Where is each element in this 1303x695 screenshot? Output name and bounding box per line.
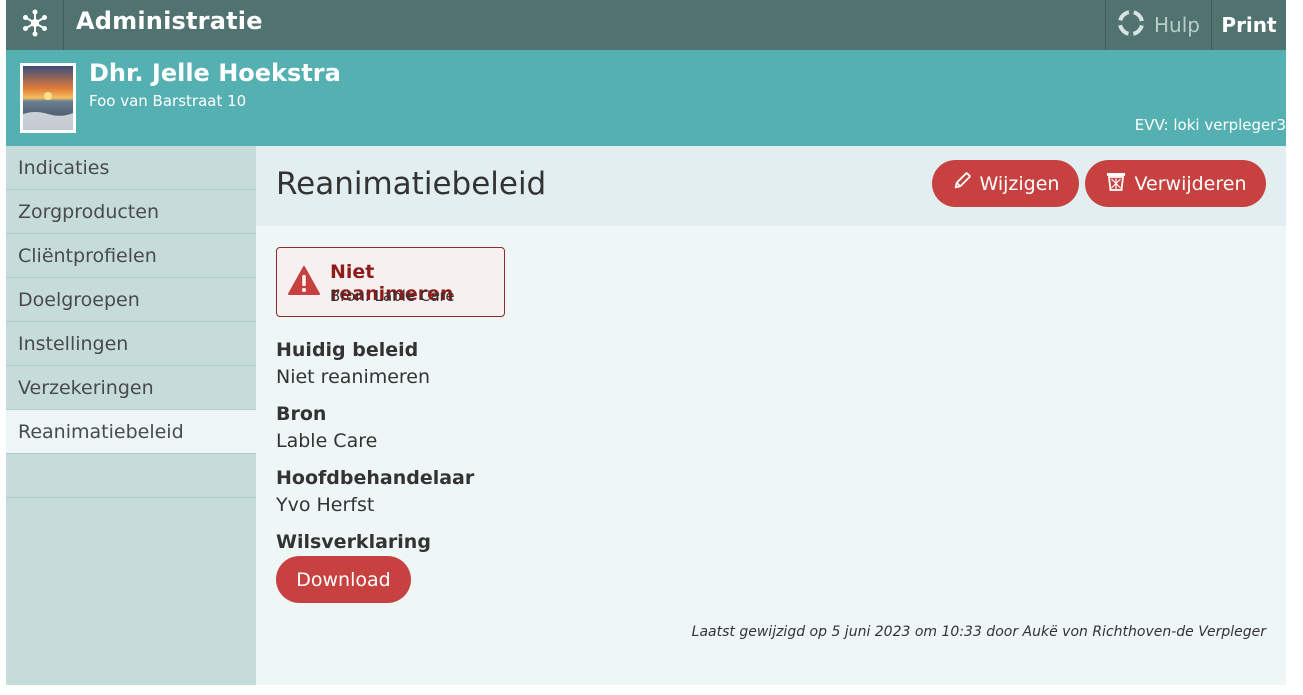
help-label: Hulp [1154, 13, 1200, 37]
content-header: Reanimatiebeleid Wijzigen Verwijderen [256, 146, 1286, 226]
sidebar-item-indicaties[interactable]: Indicaties [6, 146, 256, 190]
client-header: Dhr. Jelle Hoekstra Foo van Barstraat 10… [6, 50, 1286, 146]
pencil-icon [952, 171, 972, 196]
app-title: Administratie [76, 7, 263, 35]
edit-label: Wijzigen [979, 172, 1060, 195]
evv-label: EVV: loki verpleger3 [1134, 116, 1286, 134]
download-button[interactable]: Download [276, 556, 411, 603]
sidebar: Indicaties Zorgproducten Cliëntprofielen… [6, 146, 256, 685]
sidebar-item-clientprofielen[interactable]: Cliëntprofielen [6, 234, 256, 278]
field-label-huidig-beleid: Huidig beleid [276, 339, 419, 361]
home-logo[interactable] [6, 0, 64, 50]
sidebar-item-verzekeringen[interactable]: Verzekeringen [6, 366, 256, 410]
sidebar-item-empty [6, 454, 256, 498]
main-content: Reanimatiebeleid Wijzigen Verwijderen Ni… [256, 146, 1286, 685]
field-label-bron: Bron [276, 403, 327, 425]
field-label-wilsverklaring: Wilsverklaring [276, 531, 431, 553]
sidebar-item-instellingen[interactable]: Instellingen [6, 322, 256, 366]
field-value-bron: Lable Care [276, 430, 378, 452]
alert-source: Bron: Lable Care [330, 287, 455, 305]
last-modified-note: Laatst gewijzigd op 5 juni 2023 om 10:33… [691, 624, 1266, 640]
resuscitation-alert: Niet reanimeren Bron: Lable Care [276, 247, 505, 317]
help-button[interactable]: Hulp [1105, 0, 1212, 50]
delete-label: Verwijderen [1134, 172, 1247, 195]
page-title: Reanimatiebeleid [276, 166, 547, 202]
delete-button[interactable]: Verwijderen [1085, 160, 1266, 207]
sidebar-item-reanimatiebeleid[interactable]: Reanimatiebeleid [6, 410, 256, 454]
app-frame: Administratie Hulp Print Dhr. Jelle Hoek… [6, 0, 1286, 685]
sidebar-item-zorgproducten[interactable]: Zorgproducten [6, 190, 256, 234]
field-value-hoofdbehandelaar: Yvo Herfst [276, 494, 375, 516]
top-bar: Administratie Hulp Print [6, 0, 1286, 50]
client-address: Foo van Barstraat 10 [89, 92, 247, 110]
field-value-huidig-beleid: Niet reanimeren [276, 366, 431, 388]
lifebuoy-icon [1118, 9, 1144, 41]
edit-button[interactable]: Wijzigen [932, 160, 1079, 207]
print-button[interactable]: Print [1212, 0, 1286, 50]
client-name: Dhr. Jelle Hoekstra [89, 59, 341, 87]
warning-icon [288, 266, 320, 300]
client-avatar[interactable] [20, 63, 76, 133]
field-label-hoofdbehandelaar: Hoofdbehandelaar [276, 467, 475, 489]
snowflake-logo-icon [20, 8, 50, 42]
sidebar-item-doelgroepen[interactable]: Doelgroepen [6, 278, 256, 322]
trash-icon [1105, 170, 1127, 197]
